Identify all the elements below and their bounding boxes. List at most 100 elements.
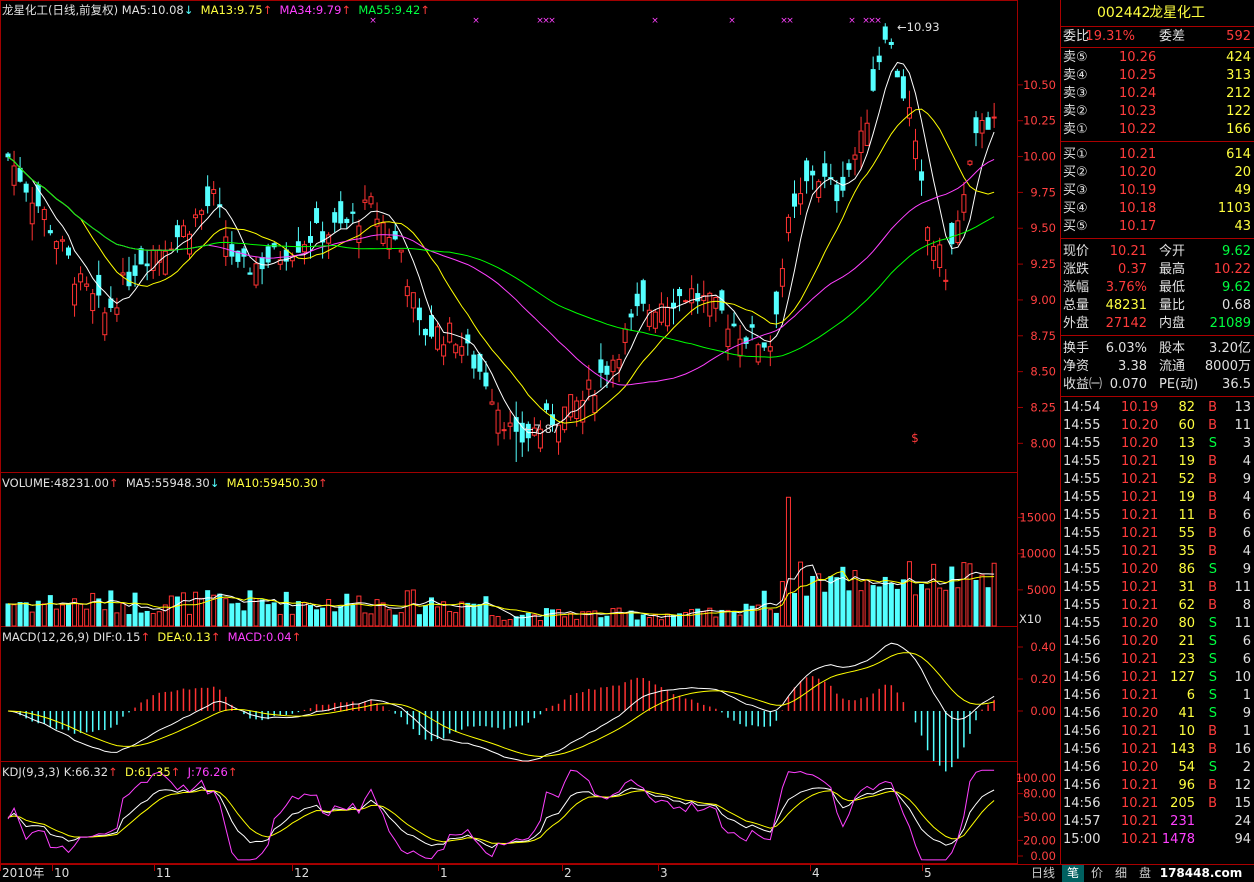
volume-bar <box>955 587 961 627</box>
candle-body <box>773 291 779 315</box>
volume-bar <box>29 611 35 627</box>
x-axis-label: 10 <box>54 866 70 880</box>
volume-bar <box>271 602 277 627</box>
volume-bar <box>320 607 326 627</box>
candle-body <box>114 307 120 315</box>
high-annotation: ←10.93 <box>897 20 940 34</box>
volume-bar <box>53 608 59 627</box>
candle-body <box>314 208 320 223</box>
kdj-tick-label: 50.00 <box>1023 810 1056 824</box>
signal-mark: × <box>786 16 794 26</box>
candle-body <box>919 171 925 181</box>
candle-body <box>90 293 96 312</box>
volume-bar <box>864 579 870 627</box>
price-tick-label: 9.00 <box>1030 293 1056 307</box>
volume-bar <box>223 598 229 627</box>
price-tick-label: 9.75 <box>1030 185 1056 199</box>
tick-row: 14:56 10.21 96 12 B <box>1063 778 1251 793</box>
candle-body <box>991 116 997 119</box>
volume-bar <box>658 619 664 627</box>
price-tick-label: 9.50 <box>1030 221 1056 235</box>
volume-bar <box>162 604 168 627</box>
quote-panel: 002442 龙星化工 委比 19.31% 委差 592 卖⑤ 10.26 424 卖④ 10.25… <box>1060 0 1254 882</box>
macd-tick-label: 0.00 <box>1030 704 1056 718</box>
volume-bar <box>834 577 840 627</box>
volume-bar <box>404 590 410 627</box>
tick-row: 14:55 10.21 19 4 B <box>1063 490 1251 505</box>
tick-row: 14:56 10.20 41 9 S <box>1063 706 1251 721</box>
candle-body <box>985 117 991 130</box>
period-label[interactable]: 日线 <box>1026 865 1060 882</box>
candle-body <box>102 312 108 336</box>
candle-body <box>368 196 374 205</box>
panel-tab-0[interactable]: 笔 <box>1062 865 1084 882</box>
volume-bar <box>501 619 507 627</box>
candle-body <box>610 359 616 373</box>
watermark: 178448.com <box>1159 866 1243 880</box>
volume-bar <box>477 604 483 627</box>
panel-tab-1[interactable]: 价 <box>1086 865 1108 882</box>
volume-bar <box>247 590 253 627</box>
price-tick-label: 10.25 <box>1023 114 1056 128</box>
panel-tab-2[interactable]: 细 <box>1110 865 1132 882</box>
candle-body <box>17 167 23 182</box>
candle-body <box>59 239 65 242</box>
signal-mark: × <box>728 16 736 26</box>
candle-body <box>180 225 186 237</box>
sell-signal-mark: $ <box>911 431 919 445</box>
volume-bar <box>229 603 235 627</box>
volume-bar <box>459 601 465 627</box>
macd-header: MACD(12,26,9) DIF:0.15↑ DEA:0.13↑ MACD:0… <box>2 630 302 644</box>
volume-bar <box>314 609 320 627</box>
tick-row: 14:55 10.21 35 4 B <box>1063 544 1251 559</box>
volume-unit: X10 <box>1019 612 1042 626</box>
volume-bar <box>937 587 943 627</box>
candle-body <box>11 165 17 186</box>
candle-body <box>271 243 277 248</box>
x-axis-label: 12 <box>294 866 310 880</box>
tick-row: 14:56 10.20 21 6 S <box>1063 634 1251 649</box>
volume-bar <box>156 611 162 627</box>
volume-bar <box>217 593 223 627</box>
candle-body <box>858 130 864 153</box>
volume-bar <box>308 604 313 627</box>
candle-body <box>211 189 217 194</box>
candle-body <box>483 372 489 387</box>
volume-bar <box>900 579 906 627</box>
stat-row: 涨跌 0.37 最高 10.22 <box>1063 262 1251 277</box>
volume-tick-label: 5000 <box>1027 583 1056 597</box>
volume-bar <box>906 561 912 627</box>
volume-bar <box>913 594 918 627</box>
tick-row: 14:55 10.20 13 3 S <box>1063 436 1251 451</box>
volume-bar <box>888 583 894 627</box>
volume-bar <box>616 607 622 627</box>
candle-body <box>162 250 168 275</box>
candle-body <box>471 354 477 369</box>
candle-body <box>616 358 622 369</box>
candle-body <box>386 236 392 250</box>
tick-row: 14:56 10.21 143 16 B <box>1063 742 1251 757</box>
volume-bar <box>840 566 846 627</box>
price-tick-label: 9.25 <box>1030 257 1056 271</box>
volume-bar <box>380 602 386 627</box>
volume-tick-label: 15000 <box>1019 511 1056 525</box>
candle-body <box>761 342 767 348</box>
tick-row: 14:57 10.21 231 24 <box>1063 814 1251 829</box>
stat-row: 现价 10.21 今开 9.62 <box>1063 244 1251 259</box>
candle-body <box>66 247 71 256</box>
tick-row: 14:54 10.19 82 13 B <box>1063 400 1251 415</box>
tick-row: 14:56 10.21 6 1 S <box>1063 688 1251 703</box>
vol-ma10-label: MA10:59450.30 <box>226 476 318 490</box>
candle-body <box>652 311 658 329</box>
volume-bar <box>919 583 925 627</box>
volume-bar <box>174 596 180 627</box>
volume-bar <box>265 604 271 627</box>
bid-row: 买③ 10.19 49 <box>1063 183 1251 198</box>
volume-bar <box>277 613 283 627</box>
candle-body <box>586 379 592 390</box>
ma55-label: MA55:9.42 <box>358 3 421 17</box>
candle-body <box>900 76 906 99</box>
volume-title: VOLUME:48231.00 <box>2 476 109 490</box>
macd-title: MACD(12,26,9) <box>2 630 90 644</box>
candle-body <box>53 241 59 250</box>
